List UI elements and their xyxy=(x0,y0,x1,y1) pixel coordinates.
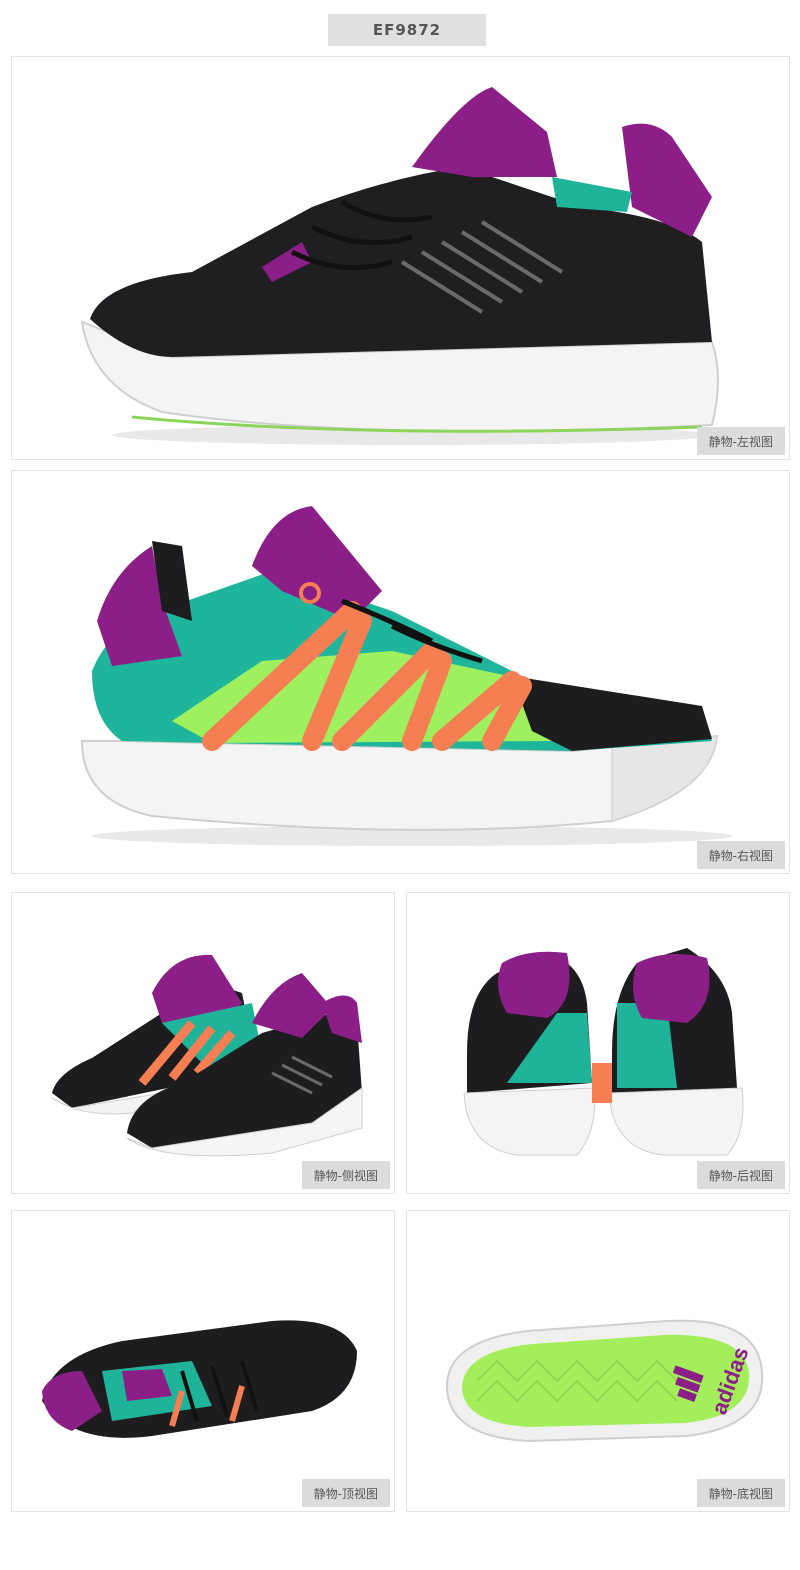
view-label-top: 静物-顶视图 xyxy=(301,1479,390,1507)
shoe-left-view-image xyxy=(80,87,719,445)
view-label-bottom: 静物-底视图 xyxy=(696,1479,785,1507)
view-label-right: 静物-右视图 xyxy=(696,841,785,869)
view-label-side: 静物-侧视图 xyxy=(301,1161,390,1189)
back-view-panel[interactable]: 静物-后视图 xyxy=(406,892,790,1194)
view-label-left: 静物-左视图 xyxy=(696,427,785,455)
left-view-panel[interactable]: 静物-左视图 xyxy=(11,56,790,460)
shoe-sole-bottom-view-image: adidas xyxy=(445,1319,764,1443)
right-view-panel[interactable]: 静物-右视图 xyxy=(11,470,790,874)
side-view-panel[interactable]: 静物-侧视图 xyxy=(11,892,395,1194)
shoe-top-view-image xyxy=(42,1320,357,1438)
shoe-pair-back-view-image xyxy=(463,948,744,1156)
shoe-pair-side-view-image xyxy=(51,954,363,1157)
view-label-back: 静物-后视图 xyxy=(696,1161,785,1189)
bottom-view-panel[interactable]: adidas 静物-底视图 xyxy=(406,1210,790,1512)
top-view-panel[interactable]: 静物-顶视图 xyxy=(11,1210,395,1512)
product-code-label: EF9872 xyxy=(328,14,486,46)
shoe-right-view-image xyxy=(80,506,732,846)
